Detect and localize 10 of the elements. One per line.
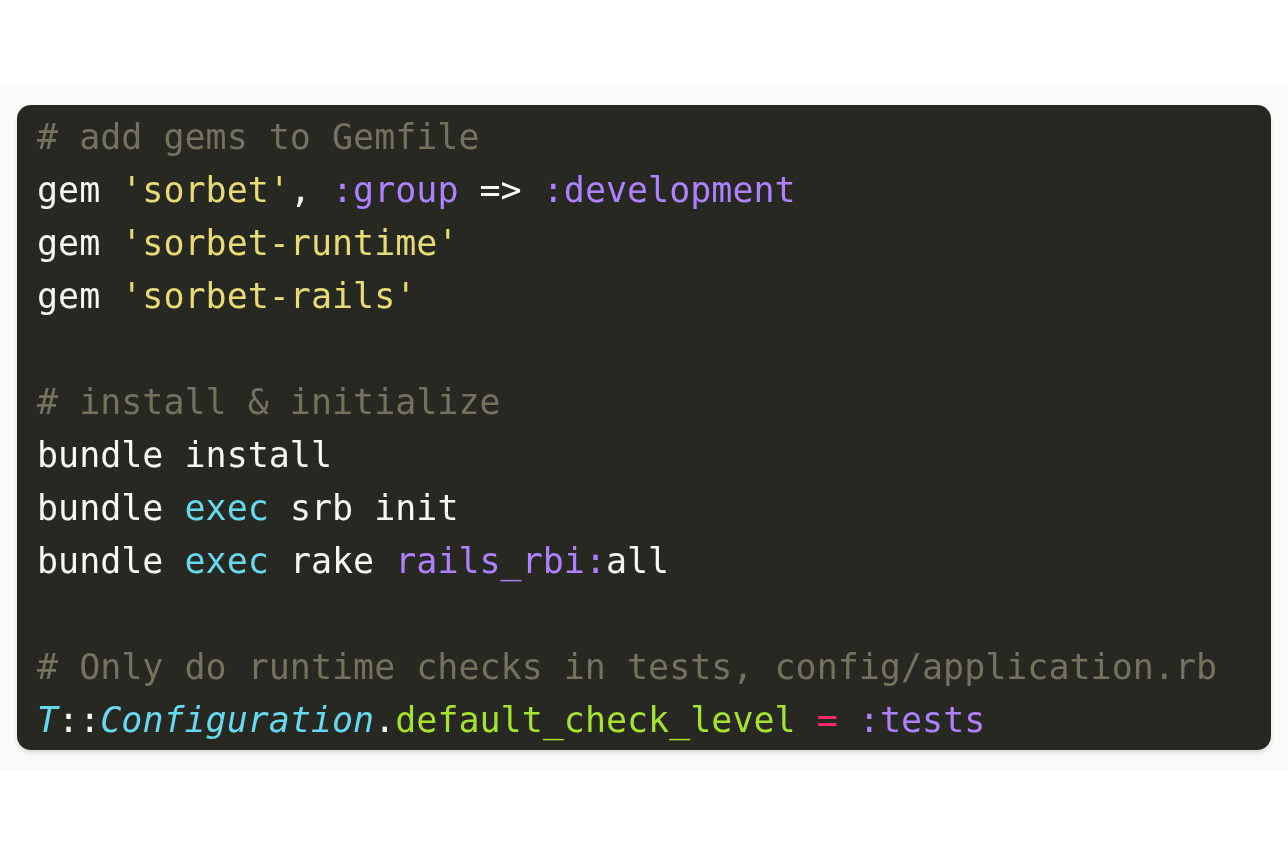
code-line: # install & initialize [37,381,501,424]
code-line: # Only do runtime checks in tests, config/application.rb [37,646,1218,689]
code-line: bundle install [37,434,332,477]
code-line: gem 'sorbet-rails' [37,275,417,318]
code-line: T::Configuration.default_check_level = :tests [37,699,986,743]
code-line: bundle exec rake rails_rbi:all [37,540,670,584]
code-line: gem 'sorbet', :group => :development [37,169,796,212]
code-line: bundle exec srb init [37,487,459,530]
code-line: # add gems to Gemfile [37,116,480,159]
code-line: gem 'sorbet-runtime' [37,222,459,265]
